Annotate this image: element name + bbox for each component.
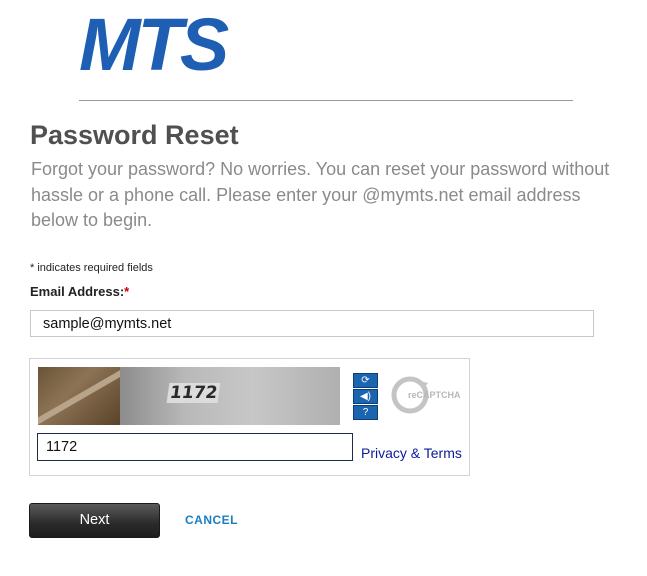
captcha-response-field[interactable] <box>37 433 353 461</box>
captcha-image-wall <box>120 367 340 425</box>
help-icon: ? <box>362 407 369 418</box>
required-fields-note: * indicates required fields <box>30 262 153 274</box>
privacy-terms-link[interactable]: Privacy & Terms <box>361 445 462 461</box>
captcha-image: 1172 <box>38 367 340 425</box>
email-label-text: Email Address: <box>30 284 125 299</box>
recaptcha-widget: 1172 ⟳ ◀) ? reCAPTCHA Privacy & Terms <box>29 358 470 476</box>
help-captcha-button[interactable]: ? <box>353 405 378 420</box>
cancel-link[interactable]: CANCEL <box>185 513 238 527</box>
divider <box>79 100 573 101</box>
email-field[interactable] <box>30 310 594 337</box>
recaptcha-brand-text: reCAPTCHA <box>408 390 461 400</box>
captcha-image-number: 1172 <box>166 383 221 403</box>
refresh-icon: ⟳ <box>361 375 370 386</box>
mts-logo: MTS <box>79 3 229 86</box>
refresh-captcha-button[interactable]: ⟳ <box>353 373 378 388</box>
audio-captcha-button[interactable]: ◀) <box>353 389 378 404</box>
email-label: Email Address:* <box>30 284 129 299</box>
page-title: Password Reset <box>30 120 239 150</box>
audio-icon: ◀) <box>359 391 372 402</box>
next-button[interactable]: Next <box>29 503 160 538</box>
required-marker: * <box>124 284 130 299</box>
intro-text: Forgot your password? No worries. You ca… <box>31 159 610 230</box>
